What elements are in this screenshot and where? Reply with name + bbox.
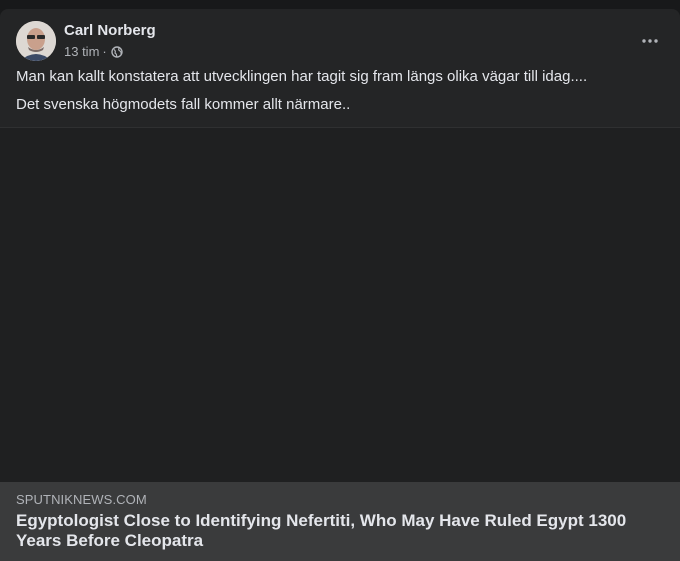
post-text: Man kan kallt konstatera att utvecklinge… bbox=[16, 67, 664, 123]
post-text-line: Man kan kallt konstatera att utvecklinge… bbox=[16, 68, 588, 85]
globe-icon[interactable] bbox=[111, 45, 123, 58]
post-header: Carl Norberg 13 tim · bbox=[16, 21, 664, 61]
more-horizontal-icon bbox=[642, 39, 658, 43]
post-card: Carl Norberg 13 tim · Man kan kallt kons… bbox=[0, 9, 680, 561]
author-name[interactable]: Carl Norberg bbox=[64, 22, 156, 39]
link-title[interactable]: Egyptologist Close to Identifying Nefert… bbox=[16, 511, 646, 551]
link-domain: SPUTNIKNEWS.COM bbox=[16, 492, 147, 507]
author-avatar[interactable] bbox=[16, 21, 56, 61]
link-preview[interactable]: SPUTNIKNEWS.COM Egyptologist Close to Id… bbox=[0, 482, 680, 561]
post-meta: 13 tim · bbox=[64, 44, 123, 59]
link-image-placeholder[interactable] bbox=[0, 127, 680, 483]
avatar-image bbox=[16, 21, 56, 61]
post-timestamp[interactable]: 13 tim bbox=[64, 44, 99, 59]
post-text-line: Det svenska högmodets fall kommer allt n… bbox=[16, 96, 351, 113]
meta-separator: · bbox=[102, 44, 107, 59]
more-options-button[interactable] bbox=[636, 27, 664, 55]
